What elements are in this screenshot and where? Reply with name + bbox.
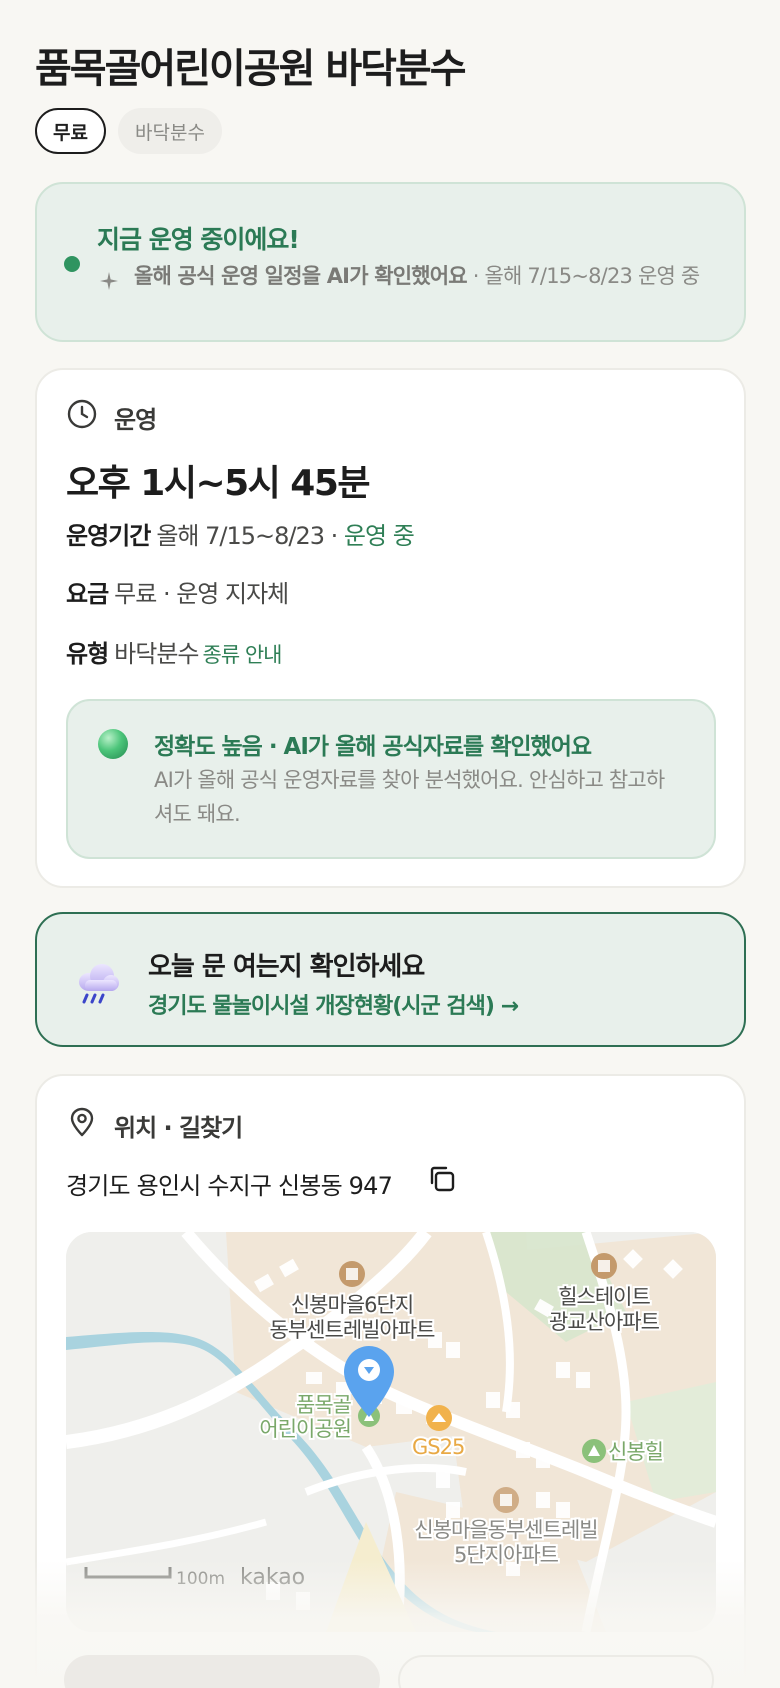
period-status: 운영 중: [343, 522, 415, 550]
map-label-apt3-line1: 신봉마을동부센트레빌: [414, 1518, 597, 1542]
status-card: 지금 운영 중이에요! 올해 공식 운영 일정을 AI가 확인했어요 · 올해 …: [35, 182, 746, 342]
status-note-strong: 올해 공식 운영 일정을 AI가 확인했어요: [134, 264, 468, 288]
operation-hours: 오후 1시~5시 45분: [66, 463, 371, 504]
status-note-rest: · 올해 7/15~8/23 운영 중: [466, 264, 701, 288]
operation-card: 운영 오후 1시~5시 45분 운영기간 올해 7/15~8/23 · 운영 중 …: [35, 368, 746, 888]
location-label: 위치 · 길찾기: [114, 1114, 243, 1142]
map-label-apt1-line1: 신봉마을6단지: [291, 1293, 413, 1317]
type-value: 바닥분수: [114, 640, 199, 668]
fee-value: 무료 · 운영 지자체: [114, 580, 289, 608]
map-label-park-line2: 어린이공원: [259, 1417, 351, 1441]
map-label-store: GS25: [412, 1435, 464, 1459]
accuracy-indicator-icon: [98, 729, 128, 759]
rain-cloud-icon: [79, 964, 119, 1004]
clock-icon: [67, 399, 97, 429]
map-label-apt1-line2: 동부센트레빌아파트: [270, 1318, 436, 1342]
status-headline: 지금 운영 중이에요!: [97, 225, 300, 254]
map-label-apt2-line1: 힐스테이트: [558, 1285, 650, 1309]
check-today-card[interactable]: 오늘 문 여는지 확인하세요 경기도 물놀이시설 개장현황(시군 검색) →: [35, 912, 746, 1047]
check-today-link[interactable]: 경기도 물놀이시설 개장현황(시군 검색) →: [148, 988, 519, 1020]
status-note: 올해 공식 운영 일정을 AI가 확인했어요 · 올해 7/15~8/23 운영…: [134, 262, 724, 290]
accuracy-headline: 정확도 높음 · AI가 올해 공식자료를 확인했어요: [154, 734, 592, 760]
accuracy-body: AI가 올해 공식 운영자료를 찾아 분석했어요. 안심하고 참고하셔도 돼요.: [154, 768, 665, 826]
map-label-park-line1: 품목골: [296, 1393, 352, 1417]
bottom-action-button-left[interactable]: [64, 1655, 380, 1688]
operation-label: 운영: [114, 406, 157, 434]
operation-period-row: 운영기간 올해 7/15~8/23 · 운영 중: [66, 516, 415, 551]
copy-icon[interactable]: [427, 1164, 457, 1194]
map-label-apt2-line2: 광교산아파트: [549, 1310, 660, 1334]
page-title: 품목골어린이공원 바닥분수: [35, 46, 467, 92]
period-key: 운영기간: [66, 522, 151, 550]
status-dot: [64, 256, 80, 272]
sparkle-icon: [100, 272, 118, 290]
accuracy-box: 정확도 높음 · AI가 올해 공식자료를 확인했어요 AI가 올해 공식 운영…: [66, 699, 716, 859]
address-text: 경기도 용인시 수지구 신봉동 947: [66, 1172, 393, 1200]
check-today-headline: 오늘 문 여는지 확인하세요: [148, 952, 425, 982]
chip-free[interactable]: 무료: [35, 108, 106, 154]
type-guide-link[interactable]: 종류 안내: [203, 643, 283, 667]
fee-key: 요금: [66, 580, 109, 608]
operation-type-row: 유형 바닥분수 종류 안내: [66, 634, 283, 669]
type-key: 유형: [66, 640, 109, 668]
bottom-action-button-right[interactable]: [398, 1655, 714, 1688]
chip-category[interactable]: 바닥분수: [118, 108, 222, 154]
location-pin-icon: [70, 1107, 94, 1137]
map-label-hill: 신봉힐: [608, 1440, 663, 1464]
period-value: 올해 7/15~8/23 ·: [156, 522, 338, 550]
operation-fee-row: 요금 무료 · 운영 지자체: [66, 574, 289, 609]
